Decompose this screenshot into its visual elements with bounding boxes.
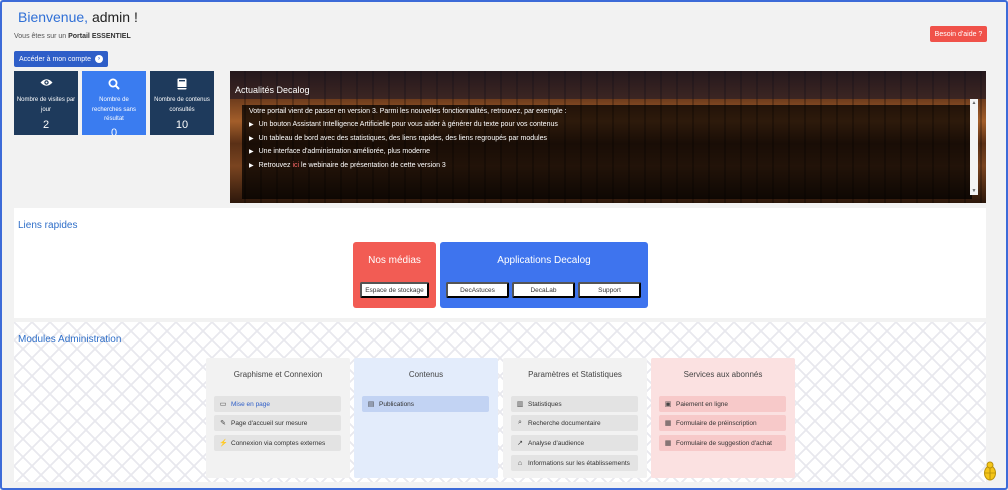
module-item-label: Recherche documentaire — [528, 419, 601, 427]
module-item-doc-search[interactable]: ⌕ Recherche documentaire — [511, 415, 638, 431]
home-icon: ⌂ — [517, 459, 523, 467]
module-title: Contenus — [408, 370, 444, 379]
list-item: ▶ Un bouton Assistant Intelligence Artifi… — [249, 121, 972, 128]
welcome-heading: Bienvenue, admin ! — [18, 9, 138, 25]
scroll-up-icon[interactable]: ▲ — [970, 99, 978, 107]
portal-prefix: Vous êtes sur un — [14, 33, 69, 40]
portal-info: Vous êtes sur un Portail ESSENTIEL — [14, 33, 131, 40]
news-title: Actualités Decalog — [230, 71, 986, 99]
quick-links-section: Liens rapides Nos médias Espace de stock… — [14, 208, 986, 318]
section-title: Modules Administration — [18, 334, 122, 345]
line-chart-icon: ↗ — [517, 440, 523, 447]
module-item-label: Informations sur les établissements — [528, 459, 630, 467]
module-item-label: Page d'accueil sur mesure — [231, 419, 308, 427]
stat-tile-contents: Nombre de contenus consultés 10 — [150, 71, 214, 135]
arrow-right-icon: › — [94, 55, 103, 63]
stat-value: 2 — [42, 119, 50, 131]
eye-icon — [14, 78, 78, 87]
module-title: Graphisme et Connexion — [233, 370, 323, 379]
triangle-right-icon: ▶ — [249, 162, 254, 169]
triangle-right-icon: ▶ — [249, 135, 254, 142]
account-button[interactable]: Accéder à mon compte › — [14, 51, 108, 67]
module-item-label: Publications — [379, 400, 415, 408]
module-item-label: Formulaire de préinscription — [676, 419, 757, 427]
modules-section: Modules Administration Graphisme et Conn… — [14, 322, 986, 482]
bug-report-icon[interactable] — [982, 461, 998, 481]
stat-label: Nombre de visites par jour — [16, 97, 76, 113]
account-button-label: Accéder à mon compte — [19, 55, 91, 63]
bar-chart-icon: ▥ — [516, 401, 524, 408]
module-item-label: Paiement en ligne — [676, 400, 729, 408]
welcome-user: admin ! — [88, 9, 138, 25]
storage-button[interactable]: Espace de stockage — [360, 282, 429, 298]
news-item-text: Un bouton Assistant Intelligence Artific… — [258, 121, 558, 128]
portal-name: Portail ESSENTIEL — [68, 33, 131, 40]
section-title: Liens rapides — [18, 220, 78, 231]
module-column-subscribers: Services aux abonnés ▣ Paiement en ligne … — [651, 358, 795, 478]
news-item-text: Retrouvez ici le webinaire de présentati… — [259, 162, 446, 169]
triangle-right-icon: ▶ — [249, 122, 254, 128]
module-column-graphics: Graphisme et Connexion ▭ Mise en page ✎ Pa… — [206, 358, 350, 478]
news-item-text: Un tableau de bord avec des statistiques… — [258, 134, 547, 142]
module-column-settings: Paramètres et Statistiques ▥ Statistiques… — [503, 358, 647, 478]
pencil-icon: ✎ — [220, 420, 226, 427]
module-item-payment[interactable]: ▣ Paiement en ligne — [659, 396, 786, 412]
apps-box: Applications Decalog DecAstuces DecaLab … — [440, 242, 648, 308]
module-item-external-login[interactable]: ⚡ Connexion via comptes externes — [214, 435, 341, 451]
medias-box: Nos médias Espace de stockage — [353, 242, 436, 308]
help-button[interactable]: Besoin d'aide ? — [930, 26, 987, 42]
news-last-suffix: le webinaire de présentation de cette ve… — [299, 161, 446, 169]
news-panel: Actualités Decalog Votre portail vient d… — [230, 71, 986, 203]
list-item: ▶ Retrouvez ici le webinaire de présentat… — [249, 162, 972, 169]
apps-title: Applications Decalog — [497, 255, 591, 266]
form-icon: ▦ — [664, 440, 672, 447]
list-item: ▶ Une interface d'administration amélioré… — [249, 148, 972, 155]
monitor-icon: ▭ — [219, 401, 227, 408]
news-body[interactable]: Votre portail vient de passer en version… — [242, 105, 972, 199]
module-item-label: Mise en page — [231, 400, 271, 408]
stat-tile-visits: Nombre de visites par jour 2 — [14, 71, 78, 135]
module-column-contents: Contenus ▤ Publications — [354, 358, 498, 478]
news-scrollbar[interactable]: ▲ ▼ — [970, 99, 978, 195]
search-icon — [82, 78, 146, 90]
module-item-label: Analyse d'audience — [528, 439, 585, 447]
news-last-prefix: Retrouvez — [258, 161, 293, 169]
news-list: ▶ Un bouton Assistant Intelligence Artifi… — [249, 121, 972, 169]
module-item-establishments[interactable]: ⌂ Informations sur les établissements — [511, 455, 638, 471]
stat-value: 10 — [175, 119, 189, 131]
stat-label: Nombre de contenus consultés — [154, 97, 210, 113]
news-item-text: Une interface d'administration améliorée… — [258, 148, 430, 155]
module-title: Paramètres et Statistiques — [528, 370, 622, 379]
module-item-publications[interactable]: ▤ Publications — [362, 396, 489, 412]
module-item-homepage[interactable]: ✎ Page d'accueil sur mesure — [214, 415, 341, 431]
decalab-button[interactable]: DecaLab — [512, 282, 575, 298]
module-item-layout[interactable]: ▭ Mise en page — [214, 396, 341, 412]
search-icon: ⌕ — [518, 419, 522, 426]
form-icon: ▦ — [664, 420, 672, 427]
module-item-statistics[interactable]: ▥ Statistiques — [511, 396, 638, 412]
triangle-right-icon: ▶ — [249, 149, 254, 155]
welcome-prefix: Bienvenue, — [18, 9, 89, 25]
module-item-label: Formulaire de suggestion d'achat — [676, 439, 772, 447]
list-item: ▶ Un tableau de bord avec des statistique… — [249, 135, 972, 142]
medias-title: Nos médias — [368, 255, 421, 266]
module-item-audience[interactable]: ↗ Analyse d'audience — [511, 435, 638, 451]
stat-tile-searches: Nombre de recherches sans résultat 0 — [82, 71, 146, 135]
book-icon — [150, 78, 214, 90]
module-item-purchase-suggestion[interactable]: ▦ Formulaire de suggestion d'achat — [659, 435, 786, 451]
module-item-preregistration[interactable]: ▦ Formulaire de préinscription — [659, 415, 786, 431]
decastuces-button[interactable]: DecAstuces — [446, 282, 509, 298]
scroll-down-icon[interactable]: ▼ — [970, 187, 978, 195]
module-item-label: Connexion via comptes externes — [231, 439, 326, 447]
stat-value: 0 — [110, 127, 118, 135]
plug-icon: ⚡ — [219, 440, 228, 447]
news-intro: Votre portail vient de passer en version… — [249, 108, 567, 115]
module-item-label: Statistiques — [528, 400, 562, 408]
stat-label: Nombre de recherches sans résultat — [91, 97, 137, 122]
module-title: Services aux abonnés — [683, 370, 763, 379]
support-button[interactable]: Support — [578, 282, 641, 298]
document-icon: ▤ — [367, 401, 375, 408]
payment-icon: ▣ — [664, 401, 672, 408]
